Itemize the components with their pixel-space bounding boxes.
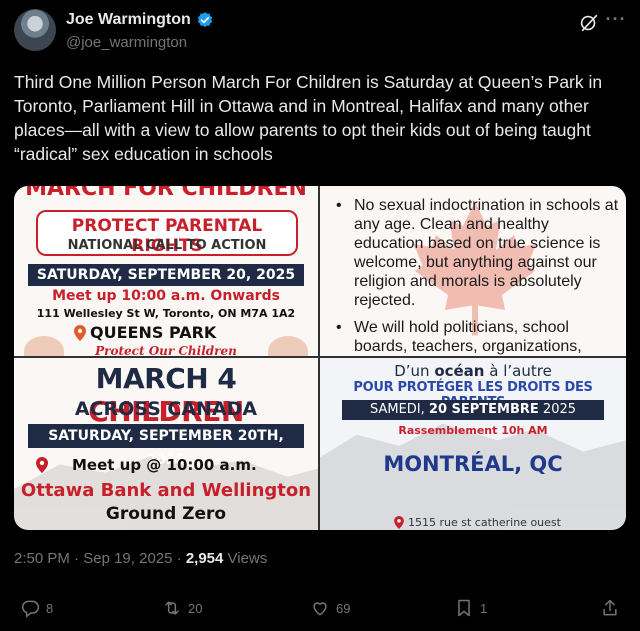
location-pin-icon <box>74 325 86 341</box>
avatar[interactable] <box>14 9 56 51</box>
statement-list: No sexual indoctrination in schools at a… <box>334 196 620 356</box>
media-image-ottawa[interactable]: MARCH 4 CHILDREN ACROSS CANADA SATURDAY,… <box>14 358 318 530</box>
views-label: Views <box>223 550 268 567</box>
tweet-actions: 8 20 69 1 <box>14 598 626 624</box>
meta-separator: · <box>172 550 186 567</box>
tweet-media-grid[interactable]: MARCH FOR CHILDREN PROTECT PARENTAL RIGH… <box>14 186 626 530</box>
date-prefix: SAMEDI, <box>369 402 429 417</box>
reply-icon <box>22 600 40 618</box>
statement-bullet-1: No sexual indoctrination in schools at a… <box>334 196 620 310</box>
tweet-date[interactable]: Sep 19, 2025 <box>83 550 172 567</box>
more-icon[interactable]: ··· <box>604 10 628 34</box>
flyer-address: 1515 rue st catherine ouest <box>408 516 561 529</box>
ocean-prefix: D’un <box>394 362 435 380</box>
tweet-text: Third One Million Person March For Child… <box>14 72 603 164</box>
reply-button[interactable]: 8 <box>20 598 53 618</box>
repost-button[interactable]: 20 <box>162 598 202 618</box>
share-icon <box>603 599 617 616</box>
flyer-place: Ottawa Bank and Wellington <box>20 480 312 501</box>
ocean-bold: océan <box>434 362 485 380</box>
date-bold: 20 SEPTEMBRE <box>428 402 539 417</box>
flyer-subtitle: ACROSS CANADA <box>74 398 258 420</box>
location-pin-icon <box>394 516 404 529</box>
flyer-city: MONTRÉAL, QC <box>383 452 563 476</box>
flyer-address: 111 Wellesley St W, Toronto, ON M7A 1A2 <box>36 307 296 320</box>
ocean-suffix: à l’autre <box>484 362 552 380</box>
location-pin-icon <box>36 457 48 473</box>
like-button[interactable]: 69 <box>310 598 350 618</box>
media-image-montreal[interactable]: D’un océan à l’autre POUR PROTÉGER LES D… <box>320 358 626 530</box>
heart-icon <box>313 602 327 616</box>
share-button[interactable] <box>600 598 620 618</box>
flyer-date: SATURDAY, SEPTEMBER 20TH, 2025 <box>28 424 304 468</box>
verified-badge-icon <box>197 12 212 28</box>
flyer-meetup: Meet up @ 10:00 a.m. <box>72 456 257 474</box>
reply-count: 8 <box>46 600 54 616</box>
meta-separator: · <box>69 550 84 567</box>
flyer-meetup: Rassemblement 10h AM <box>398 424 548 437</box>
tweet-meta: 2:50 PM · Sep 19, 2025 · 2,954 Views <box>14 550 267 567</box>
tweet-time[interactable]: 2:50 PM <box>14 550 70 567</box>
flyer-tagline: Protect Our Children <box>95 344 237 356</box>
date-suffix: 2025 <box>538 402 577 417</box>
repost-count: 20 <box>188 600 203 616</box>
bookmark-button[interactable]: 1 <box>454 598 487 618</box>
like-count: 69 <box>336 600 351 616</box>
grok-icon[interactable] <box>578 12 600 34</box>
author-name-row: Joe Warmington <box>66 11 214 29</box>
media-image-toronto[interactable]: MARCH FOR CHILDREN PROTECT PARENTAL RIGH… <box>14 186 318 356</box>
bookmark-icon <box>458 599 470 617</box>
flyer-date: SATURDAY, SEPTEMBER 20, 2025 <box>28 264 304 286</box>
retweet-icon <box>165 601 179 615</box>
flyer-title-part1: MARCH 4 <box>95 362 237 395</box>
statement-bullet-2: We will hold politicians, school boards,… <box>334 318 620 356</box>
flyer-title-box: PROTECT PARENTAL RIGHTS NATIONAL CALL TO… <box>36 210 298 256</box>
flyer-venue: QUEENS PARK <box>90 323 217 342</box>
flyer-date: SAMEDI, 20 SEPTEMBRE 2025 <box>342 400 604 420</box>
author-handle[interactable]: @joe_warmington <box>66 34 187 51</box>
views-count: 2,954 <box>185 550 224 567</box>
bookmark-count: 1 <box>480 600 488 616</box>
author-display-name[interactable]: Joe Warmington <box>66 11 191 29</box>
media-image-statement[interactable]: No sexual indoctrination in schools at a… <box>320 186 626 356</box>
flyer-meetup: Meet up 10:00 a.m. Onwards <box>52 288 280 304</box>
flyer-ground: Ground Zero <box>105 504 227 524</box>
flyer-ocean: D’un océan à l’autre <box>320 362 626 380</box>
flyer-subtitle: NATIONAL CALL TO ACTION <box>67 238 267 253</box>
flyer-banner: MARCH FOR CHILDREN <box>25 186 307 201</box>
